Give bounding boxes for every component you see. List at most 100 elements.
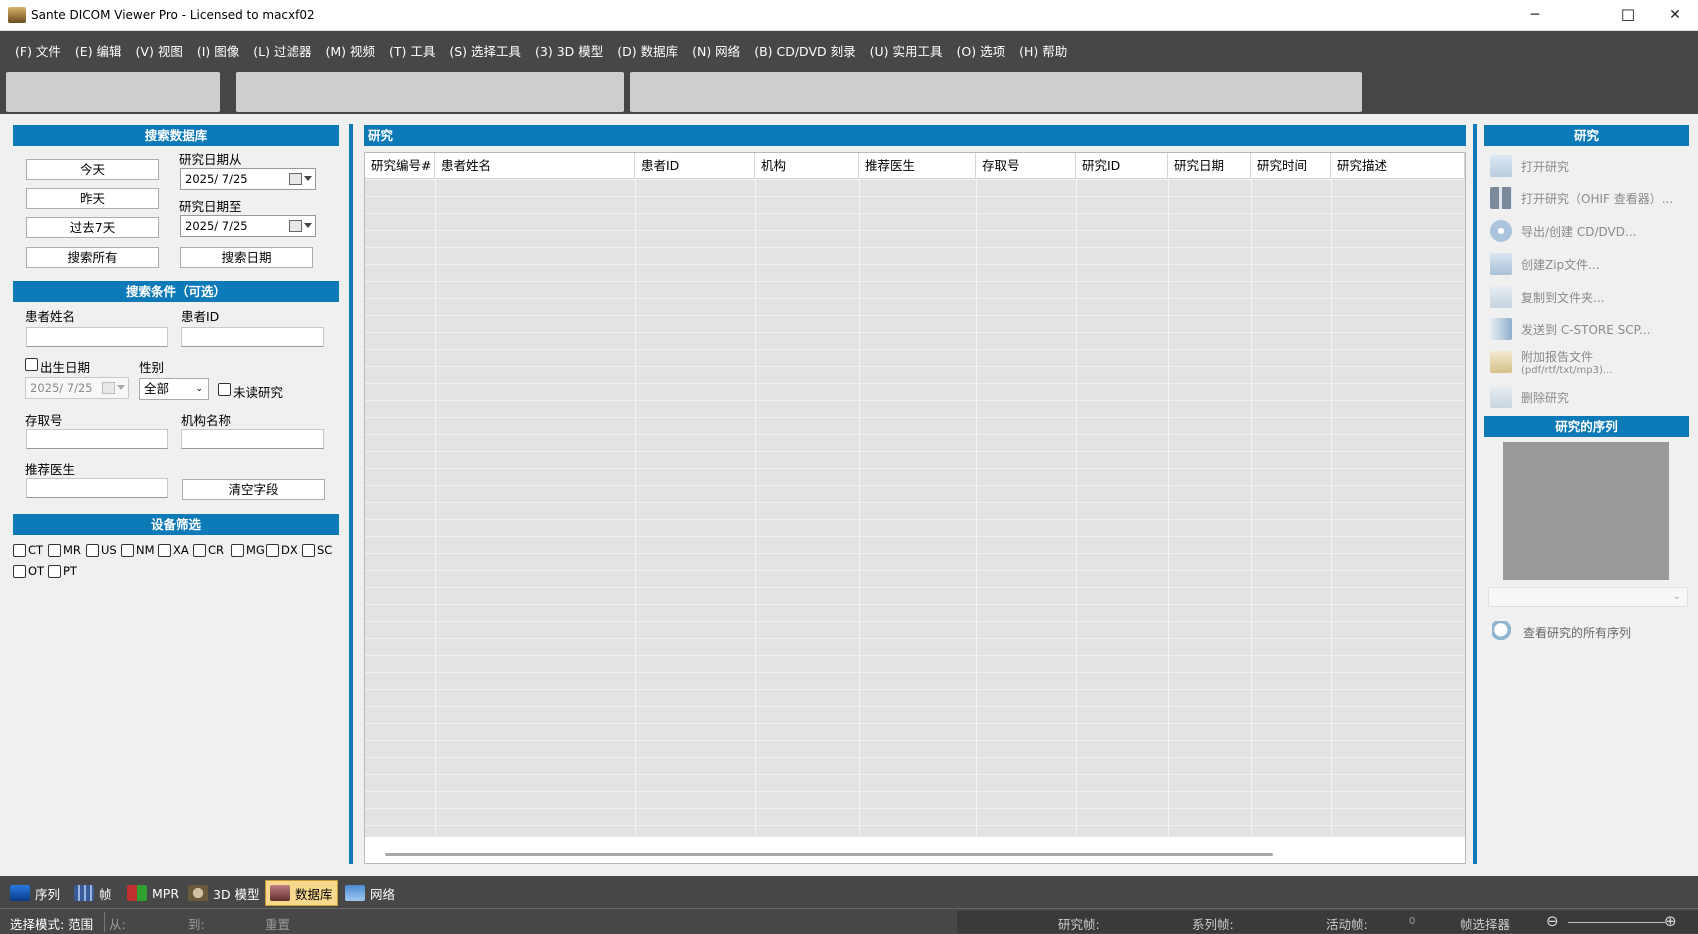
referring-input[interactable] <box>26 478 168 498</box>
zip-action[interactable]: 创建Zip文件... <box>1488 248 1600 280</box>
modality-mg-checkbox[interactable] <box>231 544 244 557</box>
institution-input[interactable] <box>181 429 324 449</box>
view-all-series-link[interactable]: 查看研究的所有序列 <box>1490 616 1631 648</box>
modality-mr-checkbox[interactable] <box>48 544 61 557</box>
search-all-button[interactable]: 搜索所有 <box>26 247 159 268</box>
modality-sc-checkbox[interactable] <box>302 544 315 557</box>
study-frames-label: 研究帧: <box>1058 917 1100 932</box>
modality-xa-checkbox[interactable] <box>158 544 171 557</box>
column-header-3[interactable]: 机构 <box>755 153 859 179</box>
study-actions-header: 研究 <box>1484 125 1689 146</box>
network-icon <box>345 885 365 901</box>
delete-study-action[interactable]: 删除研究 <box>1488 381 1569 413</box>
zoom-in-icon[interactable]: ⊕ <box>1664 912 1677 930</box>
tab-network[interactable]: 网络 <box>341 880 399 906</box>
unread-checkbox[interactable] <box>218 383 231 396</box>
sex-select[interactable]: 全部 ⌄ <box>139 378 209 400</box>
modality-us-checkbox[interactable] <box>86 544 99 557</box>
tab-frames[interactable]: 帧 <box>70 880 116 906</box>
maximize-button[interactable]: ☐ <box>1605 0 1651 31</box>
menu-item-13[interactable]: (O) 选项 <box>950 41 1013 60</box>
menu-item-0[interactable]: (F) 文件 <box>8 41 68 60</box>
send-scp-action[interactable]: 发送到 C-STORE SCP... <box>1488 313 1650 345</box>
tab-mpr[interactable]: MPR <box>123 880 183 906</box>
column-header-5[interactable]: 存取号 <box>976 153 1076 179</box>
zoom-out-icon[interactable]: ⊖ <box>1546 912 1559 930</box>
attach-report-action[interactable]: 附加报告文件 (pdf/rtf/txt/mp3)... <box>1488 346 1612 378</box>
right-divider[interactable] <box>1473 124 1477 864</box>
column-header-0[interactable]: 研究编号# <box>365 153 435 179</box>
search-date-button[interactable]: 搜索日期 <box>180 247 313 268</box>
menu-item-8[interactable]: (3) 3D 模型 <box>528 41 610 60</box>
birth-date-checkbox[interactable] <box>25 358 38 371</box>
menu-item-4[interactable]: (L) 过滤器 <box>246 41 318 60</box>
menu-item-10[interactable]: (N) 网络 <box>685 41 747 60</box>
tab-series[interactable]: 序列 <box>6 880 64 906</box>
series-thumbnail[interactable] <box>1503 442 1669 580</box>
modality-ct-checkbox[interactable] <box>13 544 26 557</box>
patient-id-input[interactable] <box>181 327 324 347</box>
series-icon <box>10 885 30 901</box>
modality-cr-checkbox[interactable] <box>193 544 206 557</box>
birth-date-picker[interactable]: 2025/ 7/25 <box>25 377 129 399</box>
menu-item-2[interactable]: (V) 视图 <box>129 41 190 60</box>
menu-item-11[interactable]: (B) CD/DVD 刻录 <box>747 41 862 60</box>
menu-item-1[interactable]: (E) 编辑 <box>68 41 129 60</box>
frame-slider-track[interactable] <box>1568 922 1665 923</box>
left-divider[interactable] <box>349 124 353 864</box>
menu-item-14[interactable]: (H) 帮助 <box>1012 41 1074 60</box>
column-header-2[interactable]: 患者ID <box>635 153 755 179</box>
studies-table-body[interactable] <box>365 179 1465 837</box>
accession-input[interactable] <box>26 429 168 449</box>
column-header-8[interactable]: 研究时间 <box>1251 153 1331 179</box>
menu-item-9[interactable]: (D) 数据库 <box>610 41 685 60</box>
studies-table[interactable]: 研究编号# 患者姓名 患者ID 机构 推荐医生 存取号 研究ID 研究日期 研究时间 研究描述 <box>364 152 1466 864</box>
minimize-button[interactable]: ─ <box>1512 0 1558 31</box>
frames-tab-label: 帧 <box>99 886 112 902</box>
open-study-action[interactable]: 打开研究 <box>1488 150 1569 182</box>
frames-icon <box>74 885 94 901</box>
column-divider <box>1251 179 1252 837</box>
clear-fields-button[interactable]: 清空字段 <box>182 479 325 500</box>
column-header-4[interactable]: 推荐医生 <box>859 153 976 179</box>
modality-header: 设备筛选 <box>13 514 339 535</box>
modality-us-label: US <box>101 543 117 557</box>
close-button[interactable]: ✕ <box>1652 0 1698 31</box>
action-text: 复制到文件夹... <box>1521 289 1604 306</box>
date-to-picker[interactable]: 2025/ 7/25 <box>180 215 316 237</box>
modality-dx-checkbox[interactable] <box>266 544 279 557</box>
menu-item-5[interactable]: (M) 视频 <box>318 41 382 60</box>
delete-study-icon <box>1490 386 1512 408</box>
tab-model-3d[interactable]: 3D 模型 <box>184 880 264 906</box>
series-frames-label: 系列帧: <box>1192 917 1234 932</box>
tab-database[interactable]: 数据库 <box>265 880 338 906</box>
menu-item-7[interactable]: (S) 选择工具 <box>442 41 528 60</box>
patient-name-input[interactable] <box>26 327 168 347</box>
zip-label: 创建Zip文件... <box>1521 257 1600 272</box>
cd-dvd-icon <box>1490 220 1512 242</box>
last-7-days-button[interactable]: 过去7天 <box>26 217 159 238</box>
column-header-6[interactable]: 研究ID <box>1076 153 1168 179</box>
date-from-picker[interactable]: 2025/ 7/25 <box>180 168 316 190</box>
ohif-viewer-action[interactable]: 打开研究（OHIF 查看器）... <box>1488 182 1673 214</box>
menu-item-12[interactable]: (U) 实用工具 <box>863 41 950 60</box>
column-header-7[interactable]: 研究日期 <box>1168 153 1251 179</box>
window-title: Sante DICOM Viewer Pro - Licensed to mac… <box>31 8 315 22</box>
zip-icon <box>1490 253 1512 275</box>
modality-ot-checkbox[interactable] <box>13 565 26 578</box>
action-text: 创建Zip文件... <box>1521 256 1600 273</box>
cd-dvd-action[interactable]: 导出/创建 CD/DVD... <box>1488 215 1636 247</box>
reset-button[interactable]: 重置 <box>265 914 290 933</box>
today-button[interactable]: 今天 <box>26 159 159 180</box>
menu-item-6[interactable]: (T) 工具 <box>382 41 442 60</box>
column-header-1[interactable]: 患者姓名 <box>435 153 635 179</box>
modality-nm-checkbox[interactable] <box>121 544 134 557</box>
series-select[interactable]: ⌄ <box>1488 587 1688 607</box>
horizontal-scrollbar[interactable] <box>385 853 1273 856</box>
yesterday-button[interactable]: 昨天 <box>26 188 159 209</box>
accession-label: 存取号 <box>25 413 63 428</box>
column-header-9[interactable]: 研究描述 <box>1331 153 1465 179</box>
menu-item-3[interactable]: (I) 图像 <box>190 41 246 60</box>
copy-folder-action[interactable]: 复制到文件夹... <box>1488 281 1604 313</box>
modality-pt-checkbox[interactable] <box>48 565 61 578</box>
